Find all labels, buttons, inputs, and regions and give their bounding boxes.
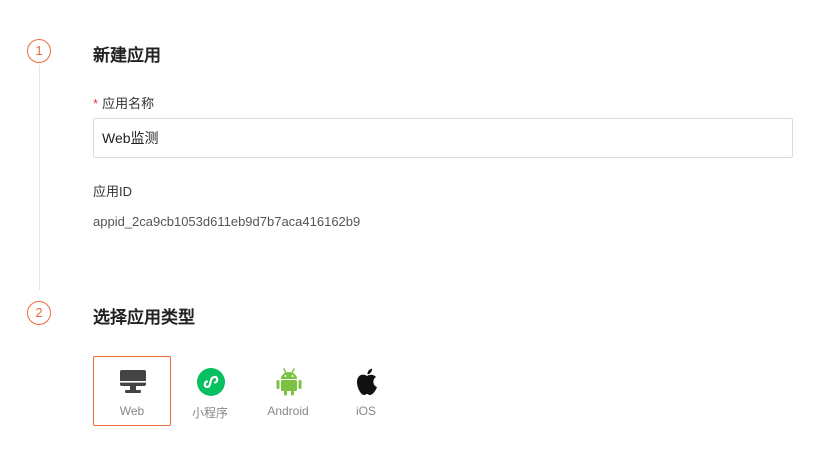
app-id-label: 应用ID [93, 184, 133, 199]
app-type-mini-program[interactable]: 小程序 [171, 356, 249, 426]
android-icon [274, 367, 304, 397]
step-2-title: 选择应用类型 [93, 308, 195, 327]
step-connector-line [39, 65, 40, 290]
app-name-label: * 应用名称 [93, 93, 154, 112]
app-type-web-label: Web [119, 404, 145, 418]
app-type-android[interactable]: Android [249, 356, 327, 426]
app-type-ios[interactable]: iOS [327, 356, 405, 426]
app-name-label-text: 应用名称 [102, 96, 155, 111]
app-type-mini-program-label: 小程序 [191, 406, 228, 420]
app-type-android-label: Android [267, 404, 309, 418]
app-name-input[interactable] [93, 118, 793, 158]
app-type-web[interactable]: Web [93, 356, 171, 426]
mini-program-icon [196, 367, 226, 397]
required-mark: * [93, 96, 99, 111]
monitor-icon [118, 367, 148, 397]
apple-icon [352, 367, 382, 397]
step-1-number: 1 [27, 39, 51, 63]
app-type-ios-label: iOS [355, 404, 376, 418]
step-1-title: 新建应用 [93, 46, 161, 65]
step-2-number: 2 [27, 301, 51, 325]
app-id-value: appid_2ca9cb1053d611eb9d7b7aca416162b9 [93, 214, 361, 229]
